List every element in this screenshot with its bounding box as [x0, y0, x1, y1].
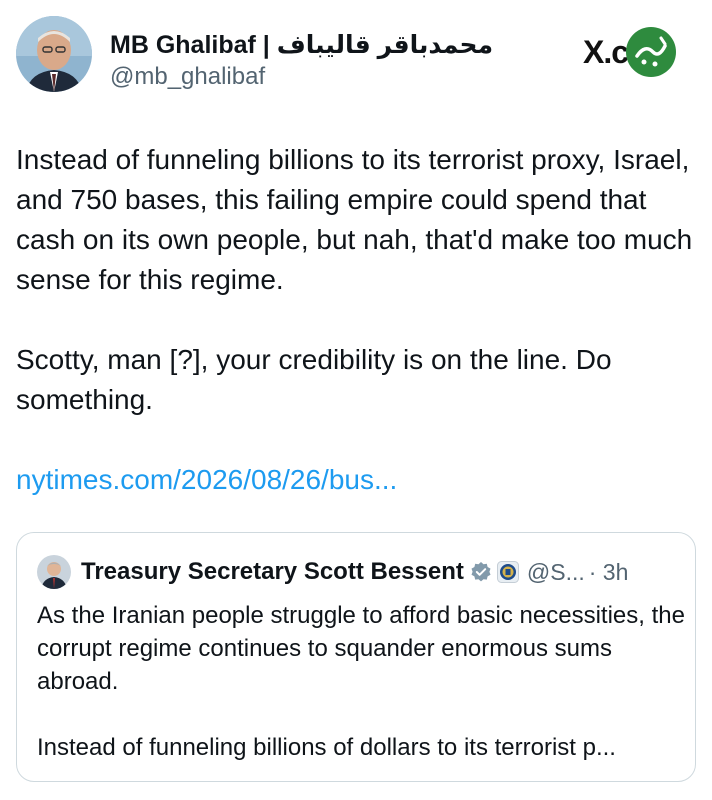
tweet-link[interactable]: nytimes.com/2026/08/26/bus... [16, 460, 696, 500]
author-handle[interactable]: @mb_ghalibaf [110, 62, 493, 92]
tweet-paragraph-2: Scotty, man [?], your credibility is on … [16, 344, 612, 415]
author-avatar[interactable] [16, 16, 92, 92]
tweet-header: MB Ghalibaf | محمدباقر قالیباف @mb_ghali… [16, 16, 696, 98]
treasury-seal-icon [496, 561, 519, 583]
quoted-paragraph-1: As the Iranian people struggle to afford… [37, 602, 685, 695]
author-display-name[interactable]: MB Ghalibaf | محمدباقر قالیباف [110, 30, 493, 60]
quoted-timestamp[interactable]: · 3h [589, 557, 629, 587]
quoted-tweet-card[interactable]: Treasury Secretary Scott Bessent @S... ·… [16, 532, 696, 782]
tweet-paragraph-1: Instead of funneling billions to its ter… [16, 144, 693, 295]
verified-badge-icon [471, 562, 491, 582]
quoted-display-name[interactable]: Treasury Secretary Scott Bessent [81, 557, 464, 587]
tweet-text: Instead of funneling billions to its ter… [16, 140, 696, 500]
quoted-handle[interactable]: @S... [527, 557, 585, 587]
quoted-tweet-header: Treasury Secretary Scott Bessent @S... ·… [37, 555, 681, 589]
green-watermark-logo [625, 27, 676, 77]
quoted-tweet-text: As the Iranian people struggle to afford… [37, 599, 685, 764]
quoted-paragraph-2: Instead of funneling billions of dollars… [37, 734, 616, 761]
quoted-author-avatar[interactable] [37, 555, 71, 589]
source-label: X.com [583, 27, 676, 77]
